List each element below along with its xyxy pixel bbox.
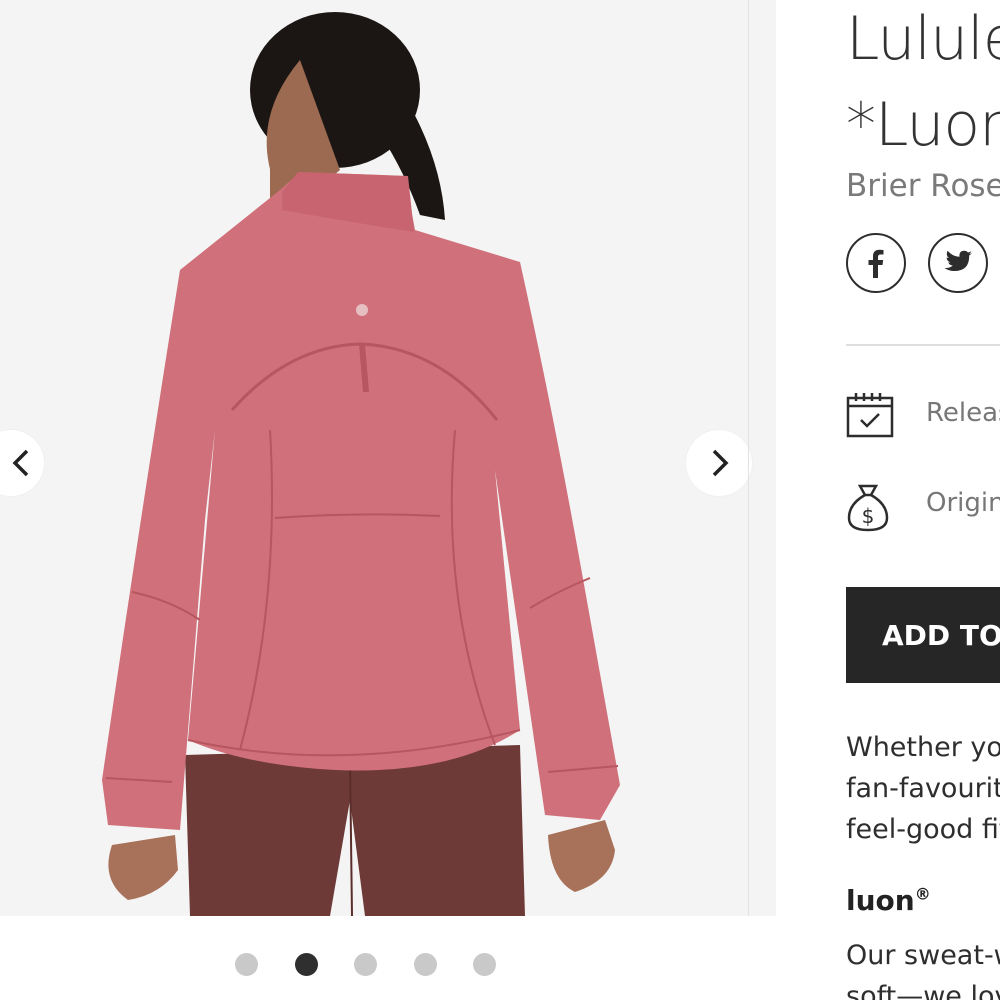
- chevron-right-icon: [712, 449, 729, 477]
- section-divider: [846, 344, 1000, 346]
- release-date-label: Release: [926, 398, 1000, 428]
- add-to-cart-button[interactable]: ADD TO: [846, 587, 1000, 683]
- original-price-label: Original: [926, 488, 1000, 518]
- gallery-dot-3[interactable]: [354, 953, 377, 976]
- money-bag-icon: $: [847, 484, 889, 532]
- calendar-icon: [846, 393, 894, 438]
- gallery-dot-2[interactable]: [295, 953, 318, 976]
- facebook-share-button[interactable]: [846, 233, 906, 293]
- svg-text:$: $: [862, 504, 875, 528]
- twitter-share-button[interactable]: [928, 233, 988, 293]
- gallery-pagination: [0, 953, 776, 977]
- product-title-line1: Lululemon: [846, 4, 1000, 74]
- description-line: feel-good fit: [846, 814, 1000, 845]
- fabric-line: Our sweat-w: [846, 940, 1000, 971]
- product-title-line2: *Luon: [846, 90, 1000, 160]
- product-image-gallery[interactable]: [0, 0, 776, 916]
- fabric-heading: luon®: [846, 884, 931, 917]
- gallery-dot-5[interactable]: [473, 953, 496, 976]
- fabric-line: soft—we lov: [846, 981, 1000, 1000]
- product-photo: [0, 0, 776, 916]
- product-description: Whether you fan-favourite feel-good fit: [846, 727, 1000, 850]
- facebook-icon: [868, 249, 884, 278]
- next-image-button[interactable]: [686, 430, 752, 496]
- description-line: fan-favourite: [846, 773, 1000, 804]
- fabric-heading-text: luon: [846, 884, 915, 917]
- chevron-left-icon: [12, 449, 29, 477]
- description-line: Whether you: [846, 732, 1000, 763]
- registered-mark: ®: [914, 884, 931, 904]
- product-details-panel: Lululemon *Luon Brier Rose Release $ Ori…: [846, 0, 1000, 1000]
- gallery-dot-1[interactable]: [235, 953, 258, 976]
- gallery-dot-4[interactable]: [414, 953, 437, 976]
- product-color-name: Brier Rose: [846, 168, 1000, 204]
- fabric-description: Our sweat-w soft—we lov: [846, 935, 1000, 1000]
- gallery-divider: [748, 0, 749, 916]
- twitter-icon: [944, 250, 972, 271]
